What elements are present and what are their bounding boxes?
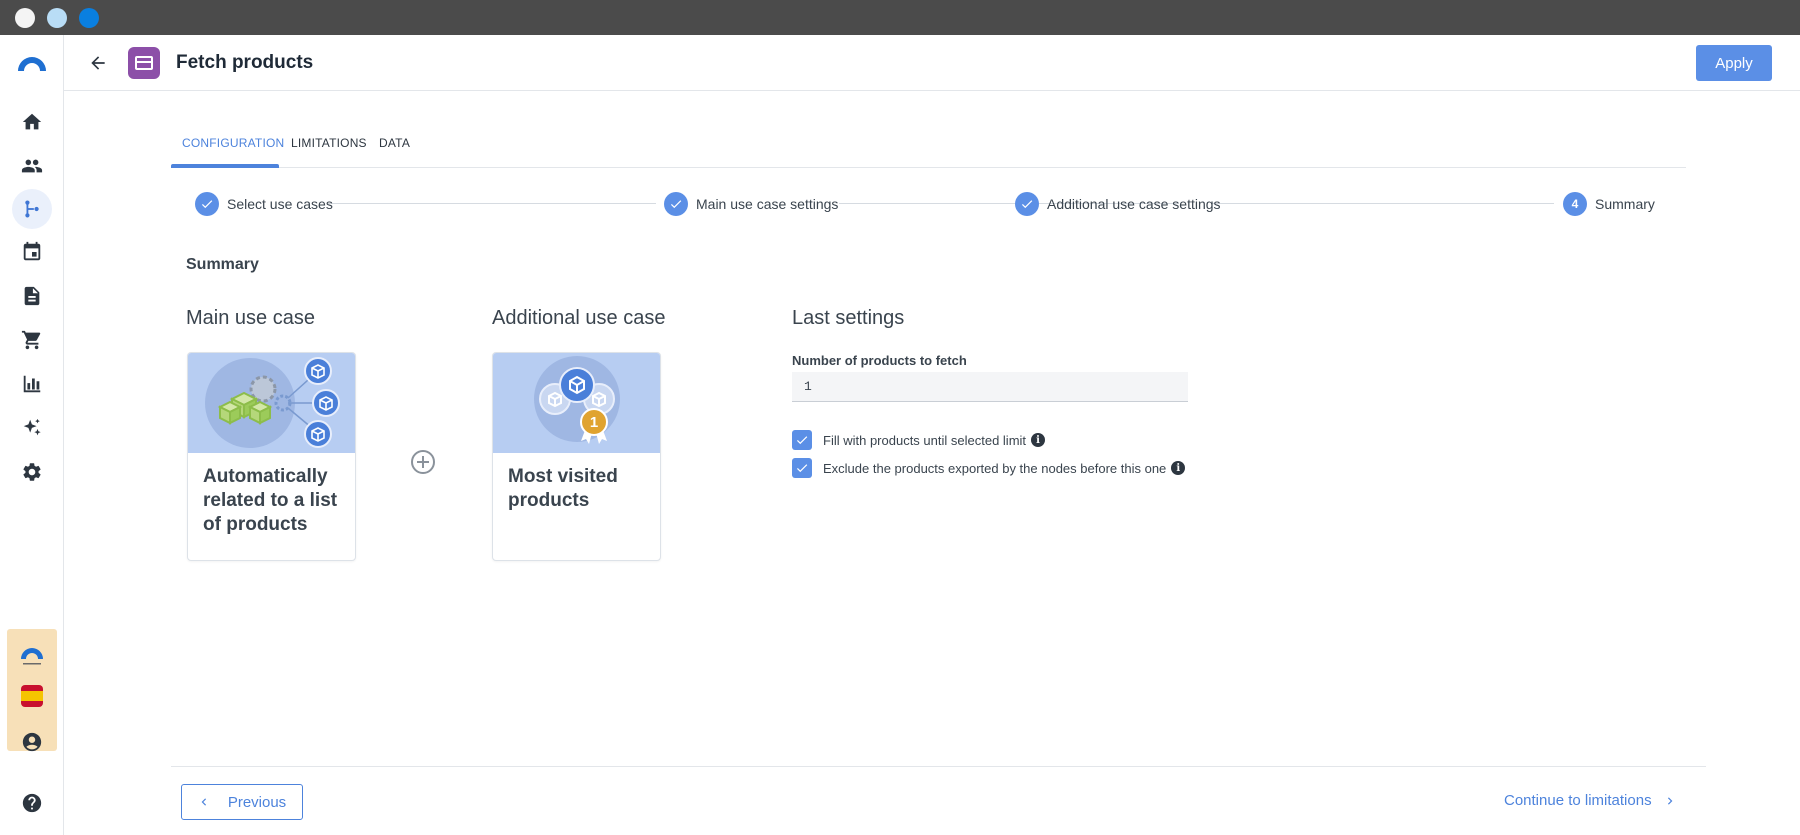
step-number: 4	[1563, 192, 1587, 216]
step-label: Main use case settings	[696, 196, 839, 212]
active-tab-indicator	[171, 164, 279, 168]
number-to-fetch-input[interactable]	[792, 372, 1188, 402]
sidebar-item-settings[interactable]	[12, 452, 52, 492]
flow-icon	[25, 200, 39, 218]
app-logo[interactable]	[16, 51, 48, 73]
page-header: Fetch products Apply	[64, 35, 1800, 91]
calendar-icon	[23, 241, 41, 261]
number-to-fetch-label: Number of products to fetch	[792, 353, 967, 368]
cart-icon	[21, 330, 41, 350]
exclude-previous-label: Exclude the products exported by the nod…	[823, 460, 1167, 476]
stepper: Select use cases Main use case settings …	[171, 188, 1686, 220]
bar-chart-icon	[23, 375, 41, 393]
tab-configuration[interactable]: CONFIGURATION	[182, 136, 284, 150]
check-icon	[670, 200, 682, 209]
apply-button[interactable]: Apply	[1696, 45, 1772, 81]
step-summary[interactable]: 4 Summary	[1563, 188, 1655, 220]
sidebar	[0, 35, 64, 835]
step-connector	[328, 203, 656, 204]
info-icon[interactable]: i	[1171, 461, 1186, 475]
help-button[interactable]	[12, 783, 52, 823]
step-label: Summary	[1595, 196, 1655, 212]
step-additional-use-case-settings[interactable]: Additional use case settings	[1015, 188, 1221, 220]
additional-use-case-heading: Additional use case	[492, 307, 666, 329]
check-icon	[796, 436, 808, 445]
sidebar-item-ai[interactable]	[12, 408, 52, 448]
step-done-indicator	[195, 192, 219, 216]
chevron-left-icon	[201, 798, 206, 806]
window-titlebar	[0, 0, 1800, 35]
chevron-right-icon	[1667, 796, 1672, 805]
main-use-case-card[interactable]: Automatically related to a list of produ…	[187, 352, 356, 561]
people-icon	[21, 159, 43, 173]
continue-label: Continue to limitations	[1504, 792, 1652, 809]
step-done-indicator	[1015, 192, 1039, 216]
check-icon	[201, 200, 213, 209]
document-icon	[24, 286, 40, 306]
sidebar-item-reports[interactable]	[12, 364, 52, 404]
tab-data[interactable]: DATA	[379, 136, 410, 150]
window-minimize-button[interactable]	[47, 8, 67, 28]
exclude-previous-checkbox[interactable]	[792, 458, 812, 478]
info-icon[interactable]: i	[1031, 433, 1046, 447]
node-type-icon	[128, 47, 160, 79]
step-main-use-case-settings[interactable]: Main use case settings	[664, 188, 838, 220]
account-icon	[22, 732, 42, 752]
footer-divider	[171, 766, 1706, 767]
svg-text:1: 1	[590, 414, 598, 431]
main-use-case-heading: Main use case	[186, 307, 315, 329]
account-button[interactable]	[12, 722, 52, 762]
step-done-indicator	[664, 192, 688, 216]
fill-until-limit-label: Fill with products until selected limit	[823, 432, 1027, 448]
previous-label: Previous	[227, 793, 287, 811]
sidebar-item-calendar[interactable]	[12, 232, 52, 272]
fill-until-limit-option: Fill with products until selected limit …	[792, 430, 1046, 450]
sidebar-item-cart[interactable]	[12, 320, 52, 360]
exclude-previous-option: Exclude the products exported by the nod…	[792, 458, 1186, 478]
tab-bar: CONFIGURATION LIMITATIONS DATA	[171, 126, 1686, 168]
window-maximize-button[interactable]	[79, 8, 99, 28]
related-products-illustration	[188, 353, 355, 453]
brand-logo	[21, 648, 43, 665]
step-connector	[1212, 203, 1554, 204]
page-title: Fetch products	[176, 52, 314, 73]
fill-until-limit-checkbox[interactable]	[792, 430, 812, 450]
related-products-icon	[205, 357, 340, 448]
additional-use-case-label: Most visited products	[508, 466, 618, 511]
sidebar-item-people[interactable]	[12, 146, 52, 186]
step-select-use-cases[interactable]: Select use cases	[195, 188, 333, 220]
sidebar-item-flows[interactable]	[12, 189, 52, 229]
window-close-button[interactable]	[15, 8, 35, 28]
arrow-left-icon	[91, 56, 105, 70]
sidebar-item-documents[interactable]	[12, 276, 52, 316]
help-icon	[22, 793, 42, 813]
main-use-case-label: Automatically related to a list of produ…	[203, 466, 338, 535]
home-icon	[22, 113, 42, 130]
continue-to-limitations-link[interactable]: Continue to limitations	[1504, 792, 1676, 809]
most-visited-illustration: 1	[493, 353, 660, 453]
plus-circle-icon	[410, 449, 436, 475]
sparkle-icon	[23, 418, 41, 436]
last-settings-heading: Last settings	[792, 307, 905, 329]
check-icon	[796, 464, 808, 473]
additional-use-case-card[interactable]: 1 Most visited products	[492, 352, 661, 561]
back-button[interactable]	[84, 49, 112, 77]
previous-button[interactable]: Previous	[181, 784, 303, 820]
section-title: Summary	[186, 256, 259, 273]
gear-icon	[23, 463, 41, 481]
check-icon	[1021, 200, 1033, 209]
most-visited-icon: 1	[534, 356, 620, 444]
sidebar-item-home[interactable]	[12, 102, 52, 142]
tab-limitations[interactable]: LIMITATIONS	[291, 136, 367, 150]
step-label: Select use cases	[227, 196, 333, 212]
step-label: Additional use case settings	[1047, 196, 1221, 212]
spain-flag-icon	[21, 685, 43, 707]
